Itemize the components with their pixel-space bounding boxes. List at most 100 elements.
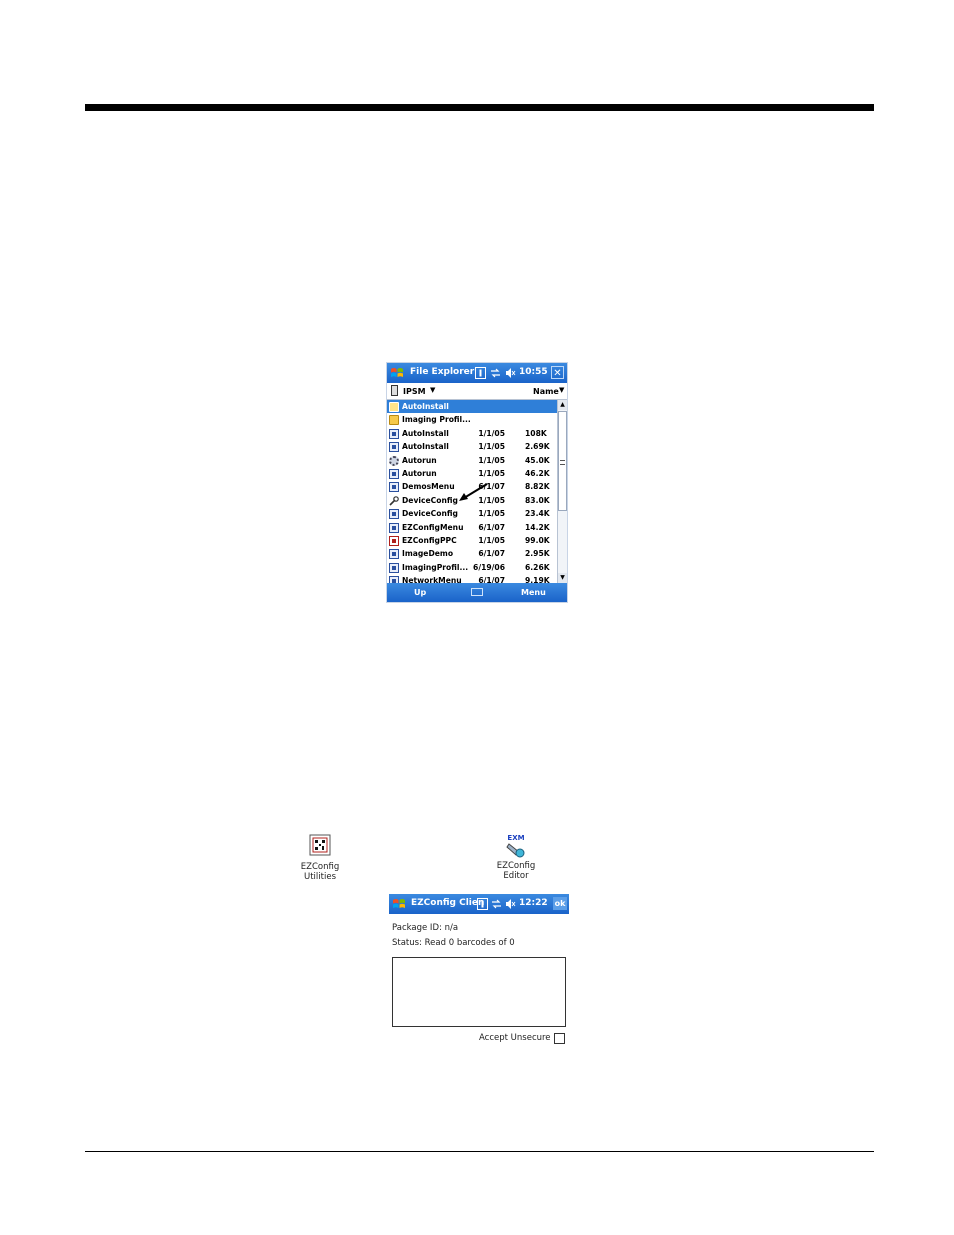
location-dropdown[interactable]: IPSM <box>403 387 426 396</box>
location-bar: IPSM ▼ Name ▼ <box>387 383 567 400</box>
app-icon <box>389 549 399 560</box>
app-icon <box>389 442 399 453</box>
list-item[interactable]: ImagingProfil... 6/19/06 6.26K <box>387 561 557 574</box>
list-item[interactable]: EZConfigPPC 1/1/05 99.0K <box>387 534 557 547</box>
device-icon <box>391 385 398 396</box>
file-size: 45.0K <box>525 455 550 465</box>
file-size: 23.4K <box>525 509 550 519</box>
list-item[interactable]: EZConfigMenu 6/1/07 14.2K <box>387 521 557 534</box>
sort-dropdown[interactable]: Name <box>533 387 559 396</box>
input-indicator-icon[interactable] <box>475 367 486 379</box>
ezconfig-client-window: EZConfig Clien 12:22 ok Package ID: n/a … <box>389 894 569 1056</box>
editor-icon: EXM <box>505 834 527 858</box>
chevron-down-icon[interactable]: ▼ <box>430 386 435 394</box>
list-item[interactable]: AutoInstall 1/1/05 2.69K <box>387 440 557 453</box>
grip-icon <box>560 460 565 465</box>
app-icon <box>389 468 399 479</box>
clock[interactable]: 10:55 <box>519 367 548 377</box>
file-date: 1/1/05 <box>478 442 505 452</box>
scroll-thumb[interactable] <box>558 411 567 511</box>
keyboard-icon[interactable] <box>471 588 483 596</box>
file-size: 2.69K <box>525 442 550 452</box>
barcode-icon <box>309 834 331 856</box>
file-size: 46.2K <box>525 468 550 478</box>
list-item[interactable]: Autorun 1/1/05 46.2K <box>387 467 557 480</box>
file-name: AutoInstall <box>402 402 449 411</box>
package-id-row: Package ID: n/a <box>392 923 458 933</box>
file-size: 83.0K <box>525 495 550 505</box>
icon-label: Utilities <box>304 872 336 882</box>
file-date: 1/1/05 <box>478 455 505 465</box>
title-bar: File Explorer 10:55 ✕ <box>387 363 567 383</box>
app-icon <box>389 428 399 439</box>
list-item[interactable]: AutoInstall 1/1/05 108K <box>387 427 557 440</box>
ezconfig-editor-shortcut[interactable]: EXM EZConfig Editor <box>486 834 546 881</box>
clock[interactable]: 12:22 <box>519 898 548 908</box>
wrench-icon <box>389 495 399 506</box>
input-indicator-icon[interactable] <box>477 898 488 910</box>
icon-label: EZConfig <box>496 861 536 871</box>
window-title: File Explorer <box>410 367 475 377</box>
app-icon <box>389 562 399 573</box>
file-size: 8.82K <box>525 482 550 492</box>
pointer-arrow-icon <box>459 483 488 501</box>
file-name: ImageDemo <box>402 549 454 559</box>
icon-label: EZConfig <box>300 862 340 872</box>
file-name: Autorun <box>402 468 437 478</box>
folder-icon <box>389 415 399 426</box>
list-item[interactable]: DeviceConfig 1/1/05 23.4K <box>387 507 557 520</box>
volume-muted-icon[interactable] <box>505 367 516 379</box>
file-date: 6/19/06 <box>473 562 505 572</box>
volume-muted-icon[interactable] <box>505 898 516 910</box>
top-rule <box>85 104 874 111</box>
file-name: DeviceConfig <box>402 509 458 519</box>
app-icon <box>389 509 399 520</box>
list-item[interactable]: NetworkMenu 6/1/07 9.19K <box>387 574 557 583</box>
file-name: AutoInstall <box>402 442 449 452</box>
accept-unsecure-checkbox[interactable] <box>554 1033 565 1044</box>
file-size: 6.26K <box>525 562 550 572</box>
connectivity-icon[interactable] <box>490 367 501 379</box>
red-app-icon <box>389 535 399 546</box>
file-size: 9.19K <box>525 576 550 583</box>
scroll-down-arrow-icon[interactable]: ▼ <box>558 573 567 583</box>
status-value: Read 0 barcodes of 0 <box>424 938 515 948</box>
ezconfig-utilities-shortcut[interactable]: EZConfig Utilities <box>290 834 350 882</box>
app-icon <box>389 482 399 493</box>
file-date: 6/1/07 <box>478 576 505 583</box>
chevron-down-icon[interactable]: ▼ <box>559 386 564 394</box>
file-name: ImagingProfil... <box>402 562 469 572</box>
connectivity-icon[interactable] <box>491 898 502 910</box>
file-date: 1/1/05 <box>478 468 505 478</box>
scroll-up-arrow-icon[interactable]: ▲ <box>558 400 567 410</box>
list-item[interactable]: Autorun 1/1/05 45.0K <box>387 454 557 467</box>
icon-label: Editor <box>503 871 529 881</box>
list-item[interactable]: ImageDemo 6/1/07 2.95K <box>387 547 557 560</box>
menu-softkey[interactable]: Menu <box>521 588 546 597</box>
windows-start-icon[interactable] <box>392 897 406 911</box>
close-button[interactable]: ✕ <box>551 366 564 379</box>
file-size: 2.95K <box>525 549 550 559</box>
windows-start-icon[interactable] <box>390 366 404 380</box>
up-softkey[interactable]: Up <box>414 588 426 597</box>
file-name: DeviceConfig <box>402 495 458 505</box>
file-date: 1/1/05 <box>478 509 505 519</box>
file-size: 108K <box>525 428 547 438</box>
file-name: Imaging Profil... <box>402 415 471 425</box>
ok-button[interactable]: ok <box>553 897 567 910</box>
scrollbar[interactable]: ▲ ▼ <box>557 400 567 583</box>
status-row: Status: Read 0 barcodes of 0 <box>392 938 515 948</box>
gear-icon <box>389 455 399 466</box>
softkey-bar: Up Menu <box>387 583 567 602</box>
accept-unsecure-label: Accept Unsecure <box>479 1033 551 1043</box>
bottom-rule <box>85 1151 874 1152</box>
output-textbox[interactable] <box>392 957 566 1027</box>
status-label: Status: <box>392 938 422 948</box>
package-id-label: Package ID: <box>392 923 442 933</box>
list-item[interactable]: Imaging Profil... <box>387 413 557 426</box>
list-item[interactable]: AutoInstall <box>387 400 557 414</box>
file-name: EZConfigPPC <box>402 535 457 545</box>
file-size: 99.0K <box>525 535 550 545</box>
file-name: NetworkMenu <box>402 576 462 583</box>
title-bar: EZConfig Clien 12:22 ok <box>389 894 569 914</box>
